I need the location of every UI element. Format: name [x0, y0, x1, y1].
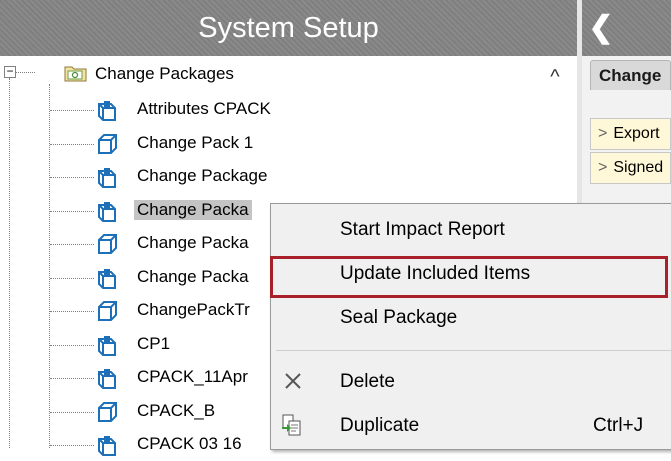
change-package-blue-icon	[96, 166, 118, 188]
export-row[interactable]: > Export	[590, 118, 671, 150]
collapse-toggle[interactable]: −	[4, 65, 16, 78]
start-impact-report-menu-item[interactable]: Start Impact Report	[340, 219, 505, 241]
tree-connector	[50, 344, 94, 346]
tree-connector	[9, 78, 10, 448]
highlight-box	[270, 256, 668, 298]
chevron-right-icon[interactable]: >	[598, 159, 607, 176]
tree-item-label[interactable]: Change Packa	[137, 233, 249, 253]
tree-connector	[50, 311, 94, 312]
tree-connector	[50, 445, 94, 446]
tree-item-label[interactable]: CPACK_11Apr	[137, 367, 248, 387]
tree-connector	[50, 277, 94, 279]
change-package-cube-icon	[96, 401, 118, 423]
tree-connector	[50, 110, 94, 111]
scroll-up-icon[interactable]: ^	[545, 66, 565, 88]
context-menu-icon-gutter	[271, 204, 311, 448]
tree-item-label[interactable]: Change Package	[137, 166, 267, 186]
tree-item-label[interactable]: Attributes CPACK	[137, 99, 271, 119]
tree-item-label[interactable]: CP1	[137, 334, 170, 354]
tree-item-label[interactable]: Change Packa	[134, 199, 252, 220]
folder-icon	[64, 62, 87, 84]
tree-item-label[interactable]: ChangePackTr	[137, 300, 250, 320]
change-package-blue-icon	[96, 434, 118, 456]
panel-title: System Setup	[198, 11, 379, 44]
system-setup-header: System Setup	[0, 0, 577, 56]
change-package-blue-icon	[96, 99, 118, 121]
tree-item-label[interactable]: CPACK_B	[137, 401, 215, 421]
change-package-blue-icon	[96, 367, 118, 389]
tree-connector	[50, 378, 94, 379]
change-package-blue-icon	[96, 334, 118, 356]
seal-package-menu-item[interactable]: Seal Package	[340, 307, 457, 329]
tree-item-label[interactable]: Change Packa	[137, 267, 249, 287]
tree-connector	[50, 411, 94, 413]
tree-connector	[50, 244, 94, 245]
tree-connector	[50, 143, 94, 145]
delete-menu-item[interactable]: Delete	[340, 371, 395, 393]
row-label: Export	[613, 125, 660, 142]
tree-item-label[interactable]: Change Pack 1	[137, 133, 253, 153]
tree-connector	[15, 72, 35, 73]
change-package-cube-icon	[96, 133, 118, 155]
change-package-cube-icon	[96, 300, 118, 322]
signed-row[interactable]: > Signed	[590, 152, 671, 184]
change-package-blue-icon	[96, 200, 118, 222]
tree-connector	[49, 84, 50, 448]
change-package-blue-icon	[96, 267, 118, 289]
tab-change[interactable]: Change	[590, 60, 671, 90]
change-package-cube-icon	[96, 233, 118, 255]
tree-item-label[interactable]: CPACK 03 16	[137, 434, 242, 454]
row-label: Signed	[613, 159, 664, 176]
back-button[interactable]: ❮	[588, 10, 614, 46]
duplicate-shortcut: Ctrl+J	[593, 415, 644, 436]
duplicate-menu-item[interactable]: Duplicate	[340, 415, 419, 437]
tree-connector	[50, 177, 94, 178]
menu-separator	[276, 350, 671, 351]
delete-x-icon	[282, 370, 304, 392]
duplicate-icon	[280, 413, 304, 437]
tree-root-label[interactable]: Change Packages	[95, 64, 234, 84]
chevron-right-icon[interactable]: >	[598, 125, 607, 142]
tree-connector	[50, 210, 94, 212]
